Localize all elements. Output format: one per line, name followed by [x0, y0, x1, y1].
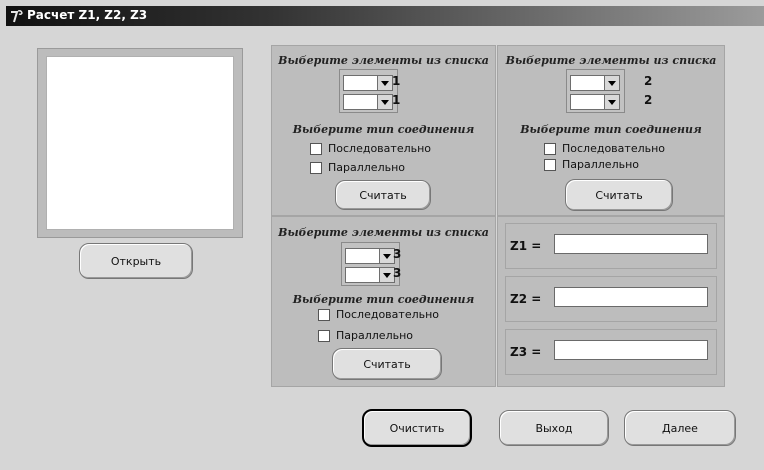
chevron-down-icon[interactable] [379, 249, 394, 263]
main-window: Расчет Z1, Z2, Z3 Открыть Выберите элеме… [0, 0, 764, 470]
z2-field[interactable] [554, 287, 708, 307]
group1-calculate-button[interactable]: Считать [335, 180, 431, 210]
group3-combo-1-index: 3 [393, 247, 402, 261]
group1-combo-2[interactable] [343, 94, 393, 110]
group1-parallel-label: Параллельно [328, 161, 405, 174]
image-preview-frame [37, 48, 243, 238]
z2-label: Z2 = [510, 292, 542, 306]
group2-combo-2[interactable] [570, 94, 620, 110]
group3-calculate-button[interactable]: Считать [332, 348, 442, 380]
checkbox-icon[interactable] [310, 142, 322, 155]
group2-combo-box [566, 69, 625, 113]
z3-label: Z3 = [510, 345, 542, 359]
z1-field[interactable] [554, 234, 708, 254]
exit-button[interactable]: Выход [499, 410, 609, 446]
group1-connection-title: Выберите тип соединения [292, 123, 475, 136]
z3-cell: Z3 = [505, 329, 717, 375]
group1-serial-checkbox[interactable]: Последовательно [310, 142, 431, 155]
group2-serial-label: Последовательно [562, 142, 666, 155]
group2-calculate-button[interactable]: Считать [565, 179, 673, 211]
group3-serial-label: Последовательно [336, 308, 440, 321]
z1-label: Z1 = [510, 239, 542, 253]
chevron-down-icon[interactable] [604, 76, 619, 90]
group1-title: Выберите элементы из списка [278, 54, 489, 67]
group3-connection-title: Выберите тип соединения [292, 293, 475, 306]
z3-field[interactable] [554, 340, 708, 360]
checkbox-icon[interactable] [318, 308, 330, 321]
group3-serial-checkbox[interactable]: Последовательно [318, 308, 439, 321]
image-preview [46, 56, 234, 230]
group2-combo-1-index: 2 [644, 74, 653, 88]
group3-title: Выберите элементы из списка [278, 226, 489, 239]
group3-parallel-label: Параллельно [336, 329, 413, 342]
chevron-down-icon[interactable] [377, 95, 392, 109]
window-title: Расчет Z1, Z2, Z3 [27, 8, 148, 22]
group3-panel: Выберите элементы из списка 3 3 Выберите… [271, 216, 496, 387]
z1-cell: Z1 = [505, 223, 717, 269]
group1-serial-label: Последовательно [328, 142, 432, 155]
clear-button[interactable]: Очистить [362, 409, 472, 447]
open-button[interactable]: Открыть [79, 243, 193, 279]
group1-combo-box [339, 69, 398, 113]
group2-parallel-checkbox[interactable]: Параллельно [544, 158, 639, 171]
group3-combo-1[interactable] [345, 248, 395, 264]
checkbox-icon[interactable] [310, 161, 322, 174]
group1-parallel-checkbox[interactable]: Параллельно [310, 161, 405, 174]
group1-combo-2-index: 1 [392, 93, 401, 107]
group3-combo-2-index: 3 [393, 266, 402, 280]
group2-parallel-label: Параллельно [562, 158, 639, 171]
group1-combo-1-index: 1 [392, 74, 401, 88]
group3-combo-2[interactable] [345, 267, 395, 283]
checkbox-icon[interactable] [544, 158, 556, 171]
next-button[interactable]: Далее [624, 410, 736, 446]
group2-serial-checkbox[interactable]: Последовательно [544, 142, 665, 155]
group3-parallel-checkbox[interactable]: Параллельно [318, 329, 413, 342]
group2-title: Выберите элементы из списка [505, 54, 717, 67]
chevron-down-icon[interactable] [379, 268, 394, 282]
group1-panel: Выберите элементы из списка 1 1 Выберите… [271, 45, 496, 216]
checkbox-icon[interactable] [318, 329, 330, 342]
app-icon [11, 10, 23, 23]
z2-cell: Z2 = [505, 276, 717, 322]
group2-combo-1[interactable] [570, 75, 620, 91]
group2-combo-2-index: 2 [644, 93, 653, 107]
chevron-down-icon[interactable] [604, 95, 619, 109]
group2-connection-title: Выберите тип соединения [520, 123, 702, 136]
group1-combo-1[interactable] [343, 75, 393, 91]
group2-panel: Выберите элементы из списка 2 2 Выберите… [497, 45, 725, 216]
chevron-down-icon[interactable] [377, 76, 392, 90]
title-bar[interactable]: Расчет Z1, Z2, Z3 [6, 6, 764, 26]
checkbox-icon[interactable] [544, 142, 556, 155]
group3-combo-box [341, 242, 400, 286]
